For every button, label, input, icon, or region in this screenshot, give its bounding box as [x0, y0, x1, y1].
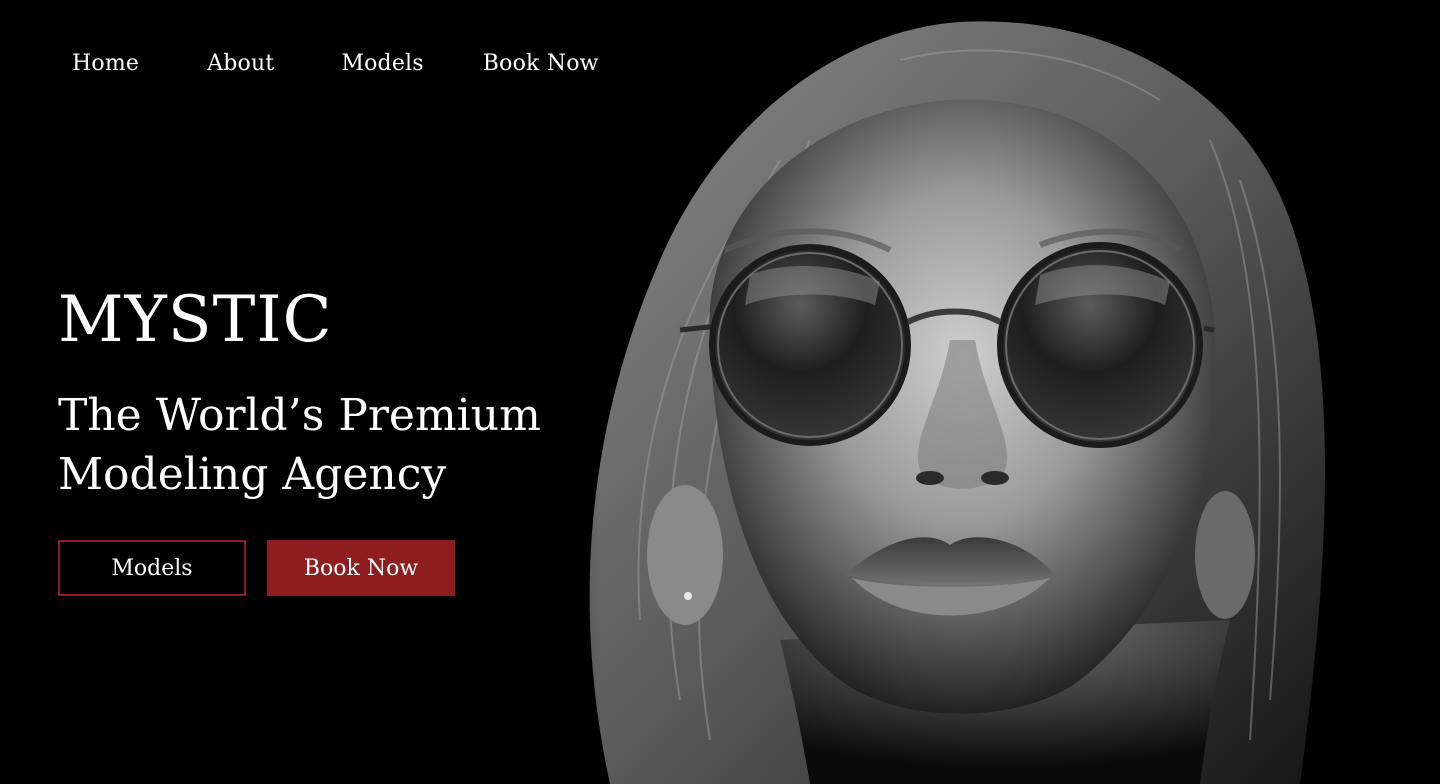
nav-link-book-now[interactable]: Book Now: [483, 51, 599, 76]
nav-link-home[interactable]: Home: [72, 51, 139, 76]
models-button[interactable]: Models: [58, 540, 246, 596]
hero-tagline-line-2: Modeling Agency: [58, 449, 447, 500]
hero-tagline-line-1: The World’s Premium: [58, 390, 541, 441]
book-now-button[interactable]: Book Now: [267, 540, 455, 596]
hero-portrait-image: [480, 0, 1440, 784]
nav-link-models[interactable]: Models: [341, 51, 423, 76]
hero-tagline: The World’s Premium Modeling Agency: [58, 386, 541, 504]
nav-link-about[interactable]: About: [207, 51, 274, 76]
brand-title: MYSTIC: [58, 283, 333, 357]
main-nav: Home About Models Book Now: [72, 46, 599, 80]
